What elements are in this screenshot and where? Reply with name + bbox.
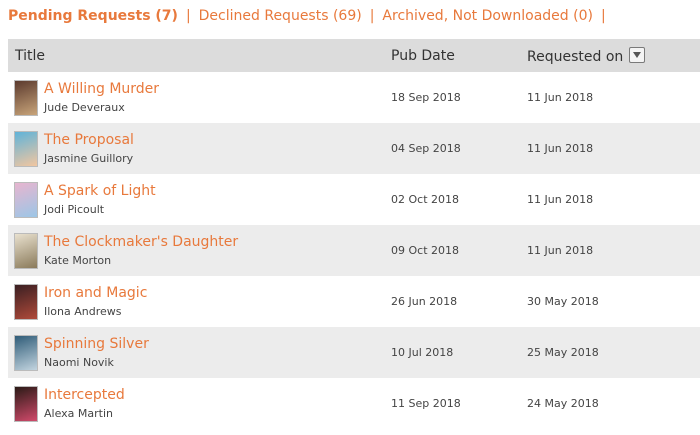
tab-archived-not-downloaded[interactable]: Archived, Not Downloaded (0) [382,8,593,24]
tab-pending-requests[interactable]: Pending Requests (7) [8,8,178,24]
book-cover-image[interactable] [14,334,38,371]
book-author: Naomi Novik [44,355,114,369]
column-header-pub-date[interactable]: Pub Date [391,39,527,72]
book-cover-image[interactable] [14,283,38,320]
table-row: A Spark of Light Jodi Picoult 02 Oct 2018 1… [8,174,700,225]
column-header-requested-on[interactable]: Requested on [527,39,700,72]
table-body: A Willing Murder Jude Deveraux 18 Sep 2018… [8,72,700,429]
book-info: Intercepted Alexa Martin [14,385,391,422]
cell-title: The Clockmaker's Daughter Kate Morton [8,225,391,276]
book-meta: Spinning Silver Naomi Novik [44,335,149,371]
book-info: A Spark of Light Jodi Picoult [14,181,391,218]
book-title-link[interactable]: Iron and Magic [44,284,147,302]
book-cover-image[interactable] [14,79,38,116]
cell-title: Intercepted Alexa Martin [8,378,391,429]
book-meta: A Willing Murder Jude Deveraux [44,80,159,116]
book-author: Kate Morton [44,253,112,267]
cell-title: A Spark of Light Jodi Picoult [8,174,391,225]
book-info: A Willing Murder Jude Deveraux [14,79,391,116]
cell-requested-on: 11 Jun 2018 [527,193,594,206]
table-row: The Clockmaker's Daughter Kate Morton 09 O… [8,225,700,276]
cell-title: A Willing Murder Jude Deveraux [8,72,391,123]
book-info: The Proposal Jasmine Guillory [14,130,391,167]
cell-pub-date: 26 Jun 2018 [391,295,458,308]
table-row: Iron and Magic Ilona Andrews 26 Jun 2018 30… [8,276,700,327]
book-author: Alexa Martin [44,406,113,420]
cell-requested-on: 25 May 2018 [527,346,599,359]
book-meta: Iron and Magic Ilona Andrews [44,284,147,320]
cell-title: Iron and Magic Ilona Andrews [8,276,391,327]
table-row: Intercepted Alexa Martin 11 Sep 2018 24 May… [8,378,700,429]
column-header-title[interactable]: Title [8,39,391,72]
cell-requested-on: 11 Jun 2018 [527,244,594,257]
table-header-row: Title Pub Date Requested on [8,39,700,72]
book-title-link[interactable]: A Spark of Light [44,182,156,200]
book-meta: A Spark of Light Jodi Picoult [44,182,156,218]
book-author: Jude Deveraux [44,100,125,114]
cell-requested-on: 11 Jun 2018 [527,142,594,155]
table-row: Spinning Silver Naomi Novik 10 Jul 2018 25 … [8,327,700,378]
book-title-link[interactable]: Intercepted [44,386,125,404]
book-info: The Clockmaker's Daughter Kate Morton [14,232,391,269]
book-title-link[interactable]: The Clockmaker's Daughter [44,233,238,251]
book-cover-image[interactable] [14,181,38,218]
requests-table: Title Pub Date Requested on A Willing Mu… [8,39,700,429]
book-info: Iron and Magic Ilona Andrews [14,283,391,320]
table-row: The Proposal Jasmine Guillory 04 Sep 2018 1… [8,123,700,174]
cell-pub-date: 04 Sep 2018 [391,142,461,155]
book-author: Ilona Andrews [44,304,122,318]
sort-dropdown-icon[interactable] [629,46,646,63]
cell-title: The Proposal Jasmine Guillory [8,123,391,174]
book-title-link[interactable]: A Willing Murder [44,80,159,98]
request-tabs: Pending Requests (7) | Declined Requests (… [8,8,614,24]
book-author: Jodi Picoult [44,202,105,216]
book-cover-image[interactable] [14,385,38,422]
book-author: Jasmine Guillory [44,151,134,165]
table-row: A Willing Murder Jude Deveraux 18 Sep 2018… [8,72,700,123]
book-title-link[interactable]: Spinning Silver [44,335,149,353]
tab-separator: | [369,8,375,24]
cell-pub-date: 09 Oct 2018 [391,244,460,257]
book-cover-image[interactable] [14,232,38,269]
cell-title: Spinning Silver Naomi Novik [8,327,391,378]
column-header-requested-on-label: Requested on [527,48,624,65]
book-info: Spinning Silver Naomi Novik [14,334,391,371]
cell-pub-date: 10 Jul 2018 [391,346,454,359]
book-meta: The Proposal Jasmine Guillory [44,131,134,167]
tab-separator: | [185,8,191,24]
cell-pub-date: 18 Sep 2018 [391,91,461,104]
book-meta: Intercepted Alexa Martin [44,386,125,422]
book-meta: The Clockmaker's Daughter Kate Morton [44,233,238,269]
book-cover-image[interactable] [14,130,38,167]
tab-declined-requests[interactable]: Declined Requests (69) [199,8,362,24]
cell-pub-date: 11 Sep 2018 [391,397,461,410]
cell-requested-on: 11 Jun 2018 [527,91,594,104]
tab-separator: | [600,8,606,24]
book-title-link[interactable]: The Proposal [44,131,134,149]
cell-requested-on: 30 May 2018 [527,295,599,308]
cell-requested-on: 24 May 2018 [527,397,599,410]
cell-pub-date: 02 Oct 2018 [391,193,460,206]
